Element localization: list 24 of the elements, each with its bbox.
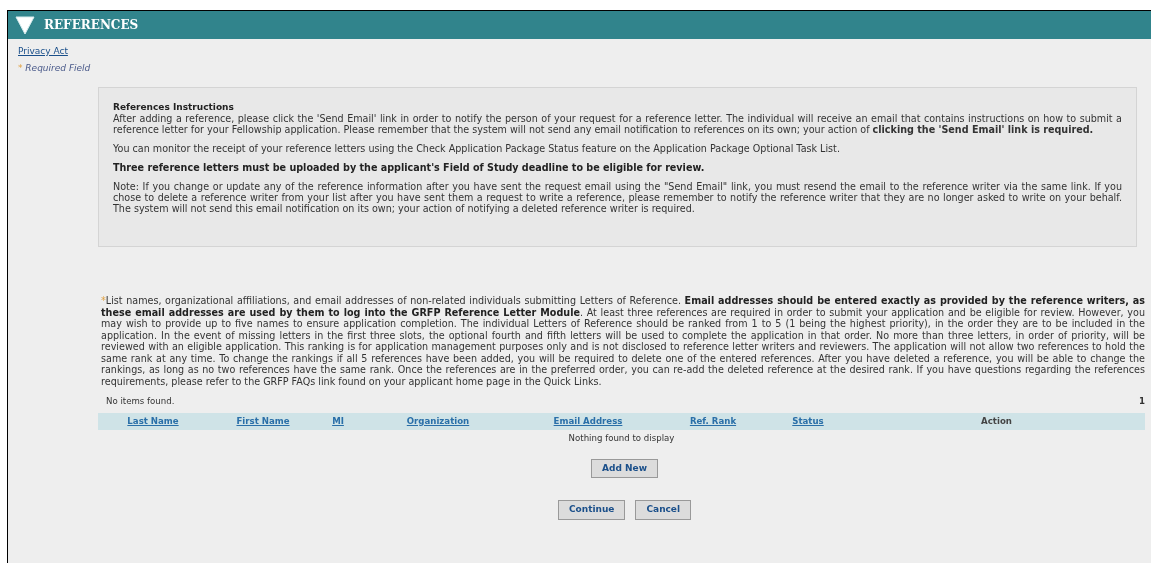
column-header[interactable]: Organization: [358, 414, 518, 428]
instruction-paragraph: You can monitor the receipt of your reference letters using the Check Application Package Status feature on the Application Package Optional Task List.: [113, 143, 841, 154]
instruction-paragraph: Note: If you change or update any of the reference information after you have sent the request email using the "Send Email" link, you must resend the email to the reference writer via the same link. If you chose to delete a reference writer from your list after you have sent them a request to write a reference, please remember to notify the reference writer that they are no longer asked to write on your behalf. The system will not send this email notification on its own; your action of notifying a deleted reference writer is required.: [113, 181, 1122, 214]
results-status: No items found.: [106, 395, 175, 408]
column-header[interactable]: Ref. Rank: [658, 414, 768, 428]
privacy-act-link[interactable]: Privacy Act: [18, 45, 68, 59]
references-note: *List names, organizational affiliations, and email addresses of non-related individuals submitting Letters of Reference. Email addresses should be entered exactly as provided by the reference writers, as these email addresses are used by them to log into the GRFP Reference Letter Module. At least three references are required in order to submit your application and be eligible for review. However, you may wish to provide up to five names to ensure application completion. The individual Letters of Reference should be ranked from 1 to 5 (1 being the highest priority), in the order they are to be included in the application. In the event of missing letters in the first three slots, the optional fourth and fifth letters will be used to complete the application in that order. No more than three letters, in order of priority, will be reviewed with an eligible application. This ranking is for application management purposes only and is not disclosed to reference letter writers and reviewers. The application will not allow two references to hold the same rank at any time. To change the rankings if all 5 references have been added, you will be required to delete one of the entered references. After you have deleted a reference, you will be able to change the rankings, as long as no two references have the same rank. Once the references are in the preferred order, you can re-add the deleted reference at the desired rank. If you have questions regarding the references requirements, please refer to the GRFP FAQs link found on your applicant home page in the Quick Links.: [101, 295, 1145, 387]
collapse-triangle-icon[interactable]: [14, 14, 36, 36]
required-field-note: * Required Field: [18, 61, 91, 75]
column-header[interactable]: Status: [768, 414, 848, 428]
column-header[interactable]: Last Name: [98, 414, 208, 428]
add-new-button[interactable]: Add New: [591, 458, 658, 479]
empty-table-message: Nothing found to display: [567, 431, 676, 445]
column-header: Action: [980, 414, 1013, 428]
form-button[interactable]: Continue: [557, 500, 626, 520]
instruction-paragraph: After adding a reference, please click the 'Send Email' link in order to notify the person of your request for a reference letter. The individual will receive an email that contains instructions on how to submit a reference letter for your Fellowship application. Please remember that the system will not send any email notification to references on its own; your action of clicking the 'Send Email' link is required.: [113, 113, 1122, 135]
column-header[interactable]: MI: [318, 414, 358, 428]
page-number[interactable]: 1: [1139, 395, 1145, 408]
form-button[interactable]: Cancel: [635, 500, 692, 520]
instruction-paragraph: Three reference letters must be uploaded by the applicant's Field of Study deadline to be eligible for review.: [113, 162, 706, 173]
column-header[interactable]: Email Address: [518, 414, 658, 428]
instructions-title: References Instructions: [113, 102, 235, 113]
column-header[interactable]: First Name: [208, 414, 318, 428]
section-title: REFERENCES: [44, 17, 139, 34]
